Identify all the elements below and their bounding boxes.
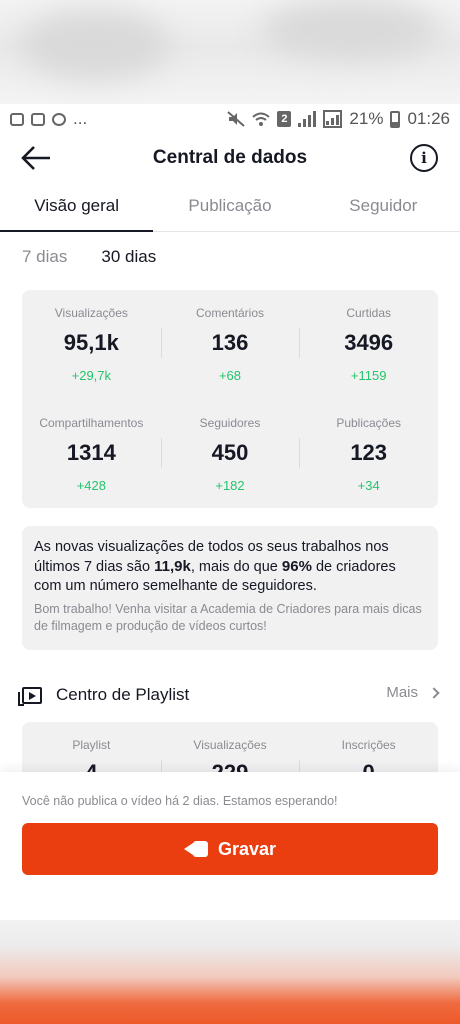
period-30-days[interactable]: 30 dias: [101, 247, 156, 267]
insight-highlight: 96%: [281, 558, 312, 575]
messenger-icon: [52, 112, 66, 126]
sim-badge-icon: 2: [277, 111, 292, 127]
info-icon[interactable]: i: [410, 144, 438, 172]
blurred-bottom-background: [0, 920, 460, 1024]
battery-percent: 21%: [349, 109, 384, 128]
insight-card[interactable]: As novas visualizações de todos os seus …: [22, 526, 438, 650]
stat-label: Inscrições: [341, 738, 396, 752]
chevron-right-icon: [428, 686, 440, 699]
stat-value: 123: [350, 440, 388, 465]
period-selector: 7 dias 30 dias: [22, 247, 156, 267]
insight-subtext: Bom trabalho! Venha visitar a Academia d…: [34, 602, 422, 633]
stat-delta: +182: [215, 478, 245, 493]
info-glyph: i: [421, 149, 427, 167]
instagram-icon: [31, 112, 45, 126]
waiting-message: Você não publica o vídeo há 2 dias. Esta…: [22, 794, 338, 808]
mute-icon: [227, 111, 246, 127]
stat-delta: +428: [76, 478, 106, 493]
stat-value: 136: [211, 330, 249, 355]
status-right: 2 21% 01:26: [227, 109, 450, 129]
wifi-icon: [252, 112, 271, 126]
period-7-days[interactable]: 7 dias: [22, 247, 67, 267]
playlist-icon: [18, 686, 42, 706]
insight-part: , mais do que: [190, 559, 282, 575]
stat-label: Playlist: [72, 738, 111, 752]
tab-overview[interactable]: Visão geral: [0, 186, 154, 232]
stat-label: Visualizações: [54, 306, 128, 320]
stat-label: Visualizações: [193, 738, 267, 752]
blur-blob: [260, 0, 440, 60]
more-notifications: ...: [73, 109, 88, 128]
top-bar: Central de dados i: [0, 134, 460, 182]
stat-delta: +29,7k: [71, 368, 112, 383]
stat-label: Publicações: [336, 416, 402, 430]
clock: 01:26: [407, 109, 450, 128]
signal-icon: [298, 111, 317, 127]
insight-highlight: 11,9k: [154, 558, 191, 575]
stats-row: Compartilhamentos 1314 +428 Seguidores 4…: [22, 400, 438, 500]
page-title: Central de dados: [152, 147, 308, 168]
stat-value: 1314: [66, 440, 116, 465]
tab-bar: Visão geral Publicação Seguidor: [0, 186, 460, 232]
status-bar: ... 2 21% 01:26: [0, 104, 460, 134]
playlist-section-header: Centro de Playlist Mais: [18, 682, 440, 708]
stats-row: Visualizações 95,1k +29,7k Comentários 1…: [22, 290, 438, 390]
blurred-top-background: [0, 0, 460, 104]
stat-label: Compartilhamentos: [39, 416, 144, 430]
status-left: ...: [10, 109, 87, 129]
blur-blob: [20, 10, 170, 80]
stat-likes[interactable]: Curtidas 3496 +1159: [299, 290, 438, 390]
more-label: Mais: [386, 684, 418, 701]
stat-delta: +68: [218, 368, 242, 383]
stat-value: 95,1k: [63, 330, 119, 355]
stat-comments[interactable]: Comentários 136 +68: [160, 290, 300, 390]
stat-label: Curtidas: [346, 306, 392, 320]
stat-delta: +34: [357, 478, 380, 493]
signal-2-icon: [323, 110, 343, 128]
stat-shares[interactable]: Compartilhamentos 1314 +428: [22, 400, 161, 500]
stat-value: 450: [211, 440, 249, 465]
stats-card: Visualizações 95,1k +29,7k Comentários 1…: [22, 290, 438, 508]
arrow-left-icon[interactable]: [20, 144, 52, 172]
battery-icon: [390, 110, 401, 128]
gallery-icon: [10, 112, 24, 126]
playlist-title: Centro de Playlist: [56, 685, 190, 704]
stat-delta: +1159: [350, 368, 387, 383]
stat-value: 3496: [344, 330, 394, 355]
playlist-more-link[interactable]: Mais: [386, 684, 440, 701]
bottom-action-sheet: Você não publica o vídeo há 2 dias. Esta…: [0, 772, 460, 920]
stat-label: Seguidores: [199, 416, 261, 430]
stat-label: Comentários: [195, 306, 265, 320]
stat-followers[interactable]: Seguidores 450 +182: [160, 400, 300, 500]
record-label: Gravar: [217, 838, 277, 859]
tab-follower[interactable]: Seguidor: [307, 186, 460, 231]
stat-views[interactable]: Visualizações 95,1k +29,7k: [22, 290, 161, 390]
record-button[interactable]: Gravar: [22, 823, 438, 875]
video-camera-icon: [183, 841, 208, 857]
stat-posts[interactable]: Publicações 123 +34: [299, 400, 438, 500]
tab-publication[interactable]: Publicação: [153, 186, 306, 231]
insight-text: As novas visualizações de todos os seus …: [34, 538, 426, 596]
app-screen: ... 2 21% 01:26 Central de dados i Visão…: [0, 104, 460, 920]
